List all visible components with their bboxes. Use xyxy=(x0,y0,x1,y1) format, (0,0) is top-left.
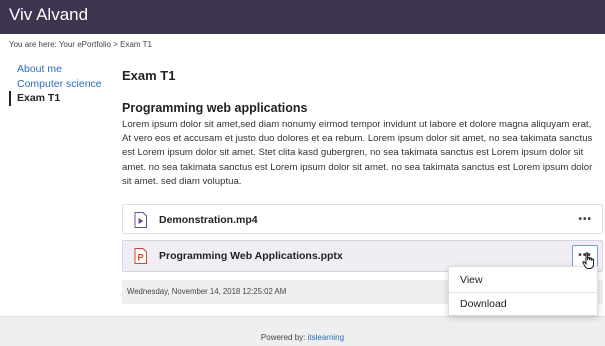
svg-text:P: P xyxy=(137,253,143,263)
footer: Powered by: itslearning xyxy=(0,316,605,346)
powered-by: Powered by: itslearning xyxy=(0,333,605,342)
file-name[interactable]: Demonstration.mp4 xyxy=(159,214,258,226)
sidebar-nav: About me Computer science Exam T1 xyxy=(9,62,109,106)
itslearning-link[interactable]: itslearning xyxy=(308,333,344,342)
timestamp: Wednesday, November 14, 2018 12:25:02 AM xyxy=(127,287,287,296)
site-title[interactable]: Viv Alvand xyxy=(9,5,88,25)
more-options-button[interactable]: ••• xyxy=(578,214,592,225)
powered-by-label: Powered by: xyxy=(260,333,308,342)
section-title: Programming web applications xyxy=(122,101,308,115)
sidebar-item-exam-t1[interactable]: Exam T1 xyxy=(9,91,109,106)
page-title: Exam T1 xyxy=(122,68,176,83)
powerpoint-file-icon: P xyxy=(134,248,147,264)
hand-pointer-icon xyxy=(582,252,595,269)
body-text: Lorem ipsum dolor sit amet,sed diam nonu… xyxy=(122,119,593,187)
menu-item-view[interactable]: View xyxy=(449,269,599,292)
top-bar: Viv Alvand xyxy=(0,0,605,34)
file-row-demonstration[interactable]: Demonstration.mp4 ••• xyxy=(122,204,603,234)
video-file-icon xyxy=(134,212,147,228)
main-content: Exam T1 Programming web applications Lor… xyxy=(122,68,602,189)
context-menu: View Download xyxy=(448,266,599,316)
file-name[interactable]: Programming Web Applications.pptx xyxy=(159,250,343,262)
breadcrumb: You are here: Your ePortfolio > Exam T1 xyxy=(9,40,152,49)
menu-item-download[interactable]: Download xyxy=(449,293,599,316)
sidebar-item-computer-science[interactable]: Computer science xyxy=(9,77,109,92)
sidebar-item-about-me[interactable]: About me xyxy=(9,62,109,77)
